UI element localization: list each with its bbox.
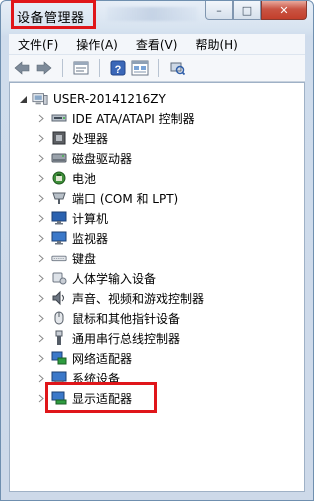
svg-text:?: ? — [115, 64, 122, 76]
keyboard-icon — [51, 250, 67, 266]
menu-action[interactable]: 操作(A) — [67, 36, 127, 53]
tree-item-sound[interactable]: 声音、视频和游戏控制器 — [36, 288, 204, 308]
expand-arrow-icon[interactable] — [36, 353, 46, 363]
tree-item-mouse[interactable]: 鼠标和其他指针设备 — [36, 308, 180, 328]
tree-item-label: IDE ATA/ATAPI 控制器 — [72, 111, 195, 126]
maximize-button[interactable]: □ — [233, 1, 261, 20]
display-adapter-highlight-box — [45, 382, 157, 413]
toolbar-separator — [62, 59, 63, 77]
collapse-arrow-icon[interactable] — [18, 94, 28, 104]
menu-file[interactable]: 文件(F) — [9, 36, 67, 53]
caption-buttons: – □ ✕ — [205, 1, 307, 21]
tree-item-processor[interactable]: 处理器 — [36, 128, 108, 148]
title-highlight-box — [11, 0, 96, 29]
expand-arrow-icon[interactable] — [36, 313, 46, 323]
tree-item-label: 计算机 — [72, 211, 109, 226]
tree-item-label: 磁盘驱动器 — [72, 151, 133, 166]
tree-item-label: 电池 — [72, 171, 97, 186]
expand-arrow-icon[interactable] — [36, 333, 46, 343]
expand-arrow-icon[interactable] — [36, 113, 46, 123]
tree-item-label: 声音、视频和游戏控制器 — [72, 291, 205, 306]
expand-arrow-icon[interactable] — [36, 133, 46, 143]
tree-item-ports[interactable]: 端口 (COM 和 LPT) — [36, 188, 178, 208]
help-icon[interactable]: ? — [109, 59, 127, 77]
back-icon[interactable] — [13, 59, 31, 77]
tree-item-disk-drive[interactable]: 磁盘驱动器 — [36, 148, 132, 168]
battery-icon — [51, 170, 67, 186]
menu-help[interactable]: 帮助(H) — [186, 36, 246, 53]
tree-item-label: 监视器 — [72, 231, 109, 246]
minimize-button[interactable]: – — [205, 1, 233, 20]
computer-root-icon — [32, 91, 48, 107]
tree-item-keyboard[interactable]: 键盘 — [36, 248, 96, 268]
menu-view[interactable]: 查看(V) — [127, 36, 187, 53]
tree-item-network-adapter[interactable]: 网络适配器 — [36, 348, 132, 368]
expand-arrow-icon[interactable] — [36, 153, 46, 163]
ide-controller-icon — [51, 110, 67, 126]
tree-item-label: 通用串行总线控制器 — [72, 331, 181, 346]
properties-icon[interactable] — [72, 59, 90, 77]
sound-icon — [51, 290, 67, 306]
blurred-title-region — [107, 7, 197, 21]
expand-arrow-icon[interactable] — [36, 293, 46, 303]
tree-root-node[interactable]: USER-20141216ZY — [18, 90, 166, 108]
hid-icon — [51, 270, 67, 286]
expand-arrow-icon[interactable] — [36, 173, 46, 183]
device-manager-window: 设备管理器 – □ ✕ 文件(F) 操作(A) 查看(V) 帮助(H) ? US… — [0, 0, 314, 501]
toolbar-separator — [158, 59, 159, 77]
forward-icon[interactable] — [35, 59, 53, 77]
toolbar: ? — [9, 55, 305, 82]
expand-arrow-icon[interactable] — [36, 193, 46, 203]
tree-item-battery[interactable]: 电池 — [36, 168, 96, 188]
close-button[interactable]: ✕ — [261, 1, 307, 20]
disk-drive-icon — [51, 150, 67, 166]
scan-hardware-icon[interactable] — [168, 59, 186, 77]
device-tree-pane[interactable]: USER-20141216ZY IDE ATA/ATAPI 控制器 处理器 磁盘… — [9, 82, 305, 492]
tree-item-ide[interactable]: IDE ATA/ATAPI 控制器 — [36, 108, 195, 128]
expand-arrow-icon[interactable] — [36, 213, 46, 223]
expand-arrow-icon[interactable] — [36, 233, 46, 243]
show-hidden-icon[interactable] — [131, 59, 149, 77]
tree-item-computer[interactable]: 计算机 — [36, 208, 108, 228]
expand-arrow-icon[interactable] — [36, 273, 46, 283]
tree-item-usb[interactable]: 通用串行总线控制器 — [36, 328, 180, 348]
root-label: USER-20141216ZY — [53, 92, 166, 106]
menu-bar: 文件(F) 操作(A) 查看(V) 帮助(H) — [9, 34, 305, 55]
computer-icon — [51, 210, 67, 226]
network-adapter-icon — [51, 350, 67, 366]
tree-item-monitor[interactable]: 监视器 — [36, 228, 108, 248]
tree-item-hid[interactable]: 人体学输入设备 — [36, 268, 156, 288]
tree-item-label: 处理器 — [72, 131, 109, 146]
tree-item-label: 端口 (COM 和 LPT) — [72, 191, 179, 206]
expand-arrow-icon[interactable] — [36, 253, 46, 263]
mouse-icon — [51, 310, 67, 326]
tree-item-label: 鼠标和其他指针设备 — [72, 311, 181, 326]
tree-item-label: 网络适配器 — [72, 351, 133, 366]
toolbar-separator — [99, 59, 100, 77]
processor-icon — [51, 130, 67, 146]
tree-item-label: 人体学输入设备 — [72, 271, 157, 286]
port-icon — [51, 190, 67, 206]
monitor-icon — [51, 230, 67, 246]
tree-item-label: 键盘 — [72, 251, 97, 266]
usb-icon — [51, 330, 67, 346]
